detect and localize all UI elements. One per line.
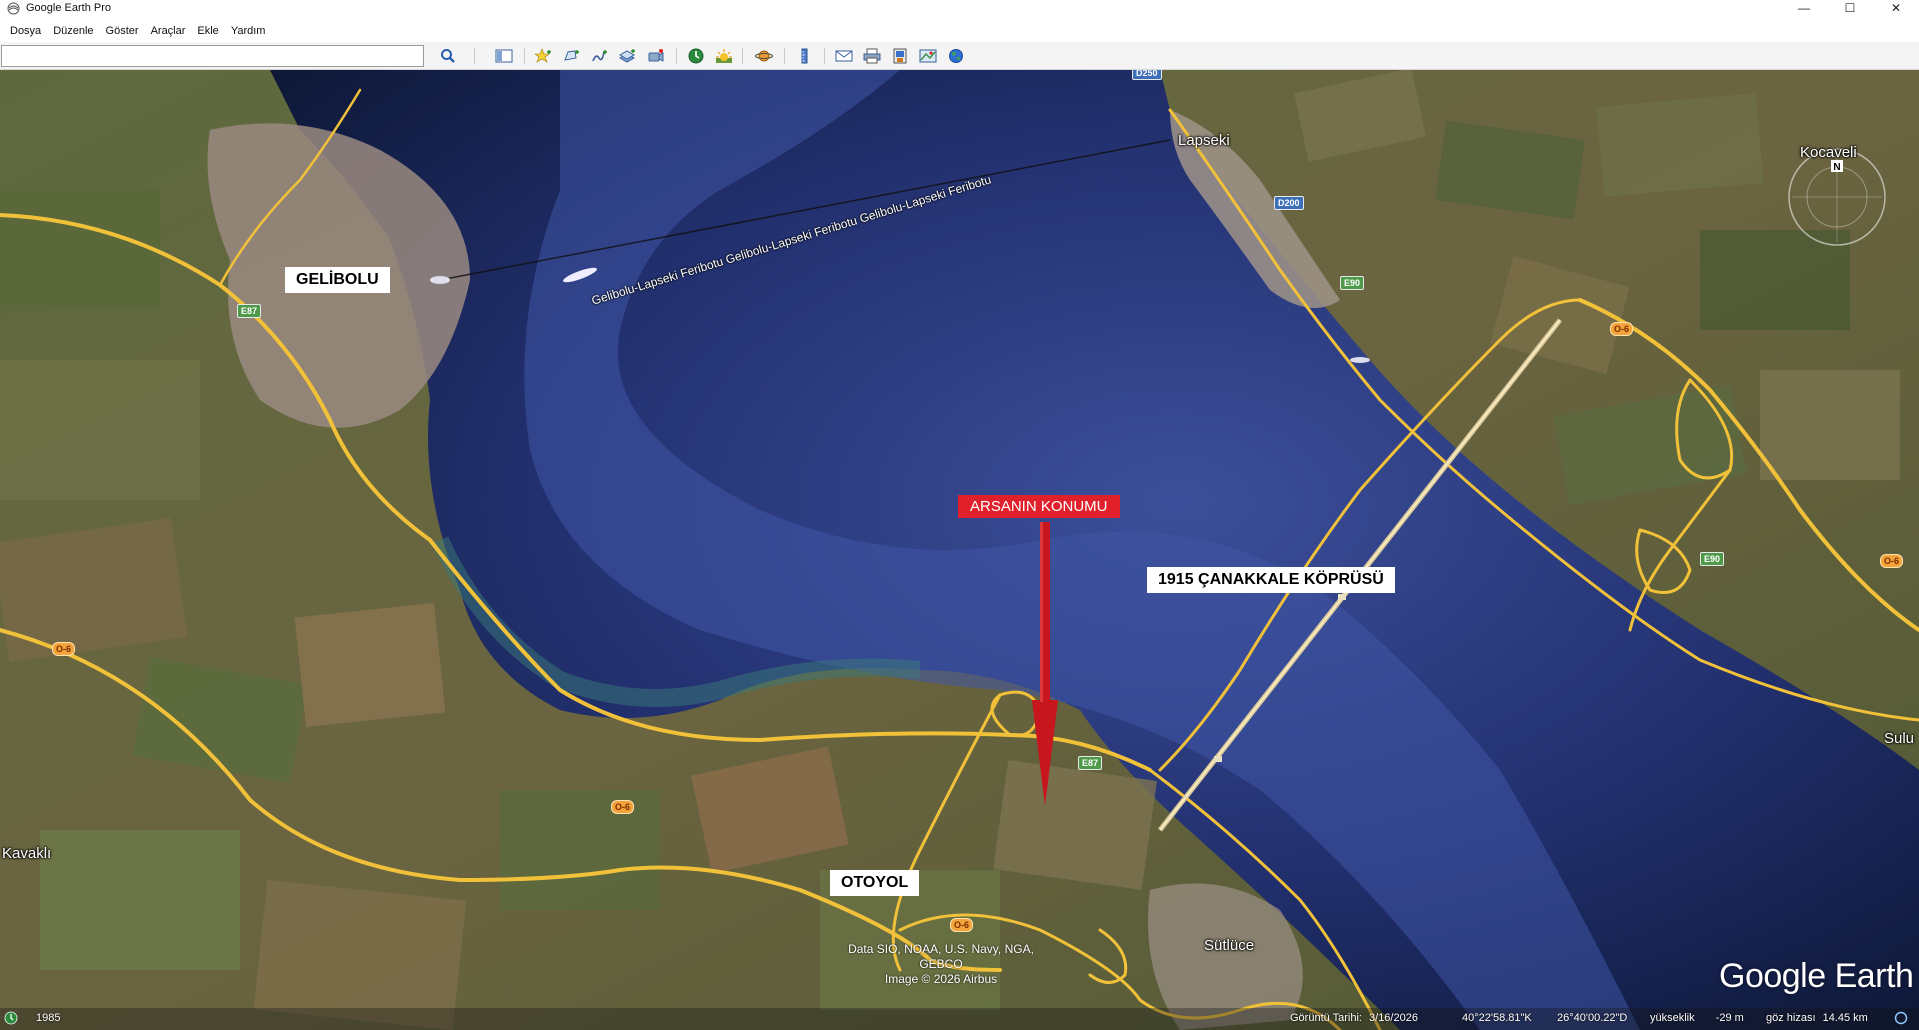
imagery-date-label: Görüntü Tarihi: (1290, 1012, 1362, 1024)
place-label-kocaveli: Kocaveli (1800, 144, 1857, 161)
menu-yardim[interactable]: Yardım (225, 25, 272, 37)
eye-altitude-value: 14.45 km (1822, 1012, 1868, 1024)
road-shield-o6: O-6 (611, 800, 635, 814)
record-tour-icon[interactable] (644, 46, 668, 66)
eye-altitude-status: göz hizası 14.45 km (1766, 1012, 1868, 1024)
annotation-arsanin-konumu: ARSANIN KONUMU (958, 495, 1120, 518)
svg-text:N: N (1833, 162, 1840, 173)
sunlight-icon[interactable] (712, 46, 736, 66)
latitude-value: 40°22'58.81"K (1462, 1012, 1532, 1024)
placemark-icon[interactable] (532, 46, 556, 66)
sidebar-icon[interactable] (492, 46, 516, 66)
satellite-imagery (0, 70, 1919, 1030)
streaming-status-icon (1894, 1011, 1908, 1028)
road-shield-e90: E90 (1340, 276, 1365, 290)
toolbar-separator (474, 48, 475, 64)
location-arrow-icon (1032, 522, 1058, 806)
road-shield-e87: E87 (1078, 756, 1103, 770)
planets-icon[interactable] (752, 46, 776, 66)
elevation-value: -29 m (1715, 1012, 1744, 1024)
road-shield-o6: O-6 (52, 642, 76, 656)
menu-dosya[interactable]: Dosya (4, 25, 47, 37)
search-icon[interactable] (436, 46, 460, 66)
toolbar-separator (676, 48, 677, 64)
menu-bar: Dosya Düzenle Göster Araçlar Ekle Yardım (0, 22, 271, 40)
map-viewport[interactable]: N Lapseki Kocaveli Kavaklı Sütlüce Sulu … (0, 70, 1919, 1030)
longitude-value: 26°40'00.22"D (1557, 1012, 1628, 1024)
road-shield-o6: O-6 (1610, 322, 1634, 336)
toolbar-separator (824, 48, 825, 64)
window-title: Google Earth Pro (26, 2, 111, 14)
annotation-kopru: 1915 ÇANAKKALE KÖPRÜSÜ (1147, 567, 1395, 593)
place-label-lapseki: Lapseki (1178, 132, 1230, 149)
ruler-icon[interactable] (792, 46, 816, 66)
annotation-otoyol: OTOYOL (830, 870, 920, 896)
toolbar-separator (524, 48, 525, 64)
email-icon[interactable] (832, 46, 856, 66)
earth-icon[interactable] (944, 46, 968, 66)
imagery-attribution: Data SIO, NOAA, U.S. Navy, NGA, GEBCO Im… (826, 942, 1056, 987)
attribution-line: Image © 2026 Airbus (884, 972, 998, 986)
menu-araclar[interactable]: Araçlar (145, 25, 192, 37)
minimize-button[interactable]: — (1781, 0, 1827, 16)
imagery-date-value: 3/16/2026 (1369, 1012, 1418, 1024)
eye-altitude-label: göz hizası (1766, 1012, 1816, 1024)
status-bar: 1985 Görüntü Tarihi: 3/16/2026 40°22'58.… (0, 1008, 1919, 1030)
elevation-label: yükseklik (1650, 1012, 1695, 1024)
close-button[interactable]: ✕ (1873, 0, 1919, 16)
image-overlay-icon[interactable] (616, 46, 640, 66)
toolbar (0, 42, 1919, 70)
menu-goster[interactable]: Göster (100, 25, 145, 37)
toolbar-separator (742, 48, 743, 64)
elevation-status: yükseklik -29 m (1650, 1012, 1744, 1024)
maximize-button[interactable]: ☐ (1827, 0, 1873, 16)
title-bar: Google Earth Pro — ☐ ✕ (0, 0, 1919, 16)
road-shield-e90: E90 (1700, 552, 1725, 566)
google-earth-app-icon (6, 1, 20, 15)
google-earth-logo: Google Earth (1719, 957, 1914, 995)
view-in-maps-icon[interactable] (916, 46, 940, 66)
place-label-sulu: Sulu (1884, 730, 1915, 747)
path-icon[interactable] (588, 46, 612, 66)
print-icon[interactable] (860, 46, 884, 66)
menu-duzenle[interactable]: Düzenle (47, 25, 99, 37)
historical-imagery-status-icon[interactable] (4, 1011, 18, 1028)
imagery-date-status: Görüntü Tarihi: 3/16/2026 (1290, 1012, 1418, 1024)
annotation-gelibolu: GELİBOLU (285, 267, 390, 293)
save-image-icon[interactable] (888, 46, 912, 66)
road-shield-e87: E87 (237, 304, 262, 318)
toolbar-separator (784, 48, 785, 64)
place-label-sutluce: Sütlüce (1204, 937, 1255, 954)
historical-imagery-icon[interactable] (684, 46, 708, 66)
road-shield-o6: O-6 (1880, 554, 1904, 568)
road-shield-d200: D200 (1274, 196, 1304, 210)
road-shield-o6: O-6 (950, 918, 974, 932)
historical-year: 1985 (36, 1012, 61, 1024)
search-input[interactable] (1, 45, 424, 67)
attribution-line: Data SIO, NOAA, U.S. Navy, NGA, GEBCO (848, 942, 1034, 971)
polygon-icon[interactable] (560, 46, 584, 66)
menu-ekle[interactable]: Ekle (191, 25, 224, 37)
road-shield-d250: D250 (1132, 70, 1162, 80)
place-label-kavakli: Kavaklı (2, 845, 52, 862)
